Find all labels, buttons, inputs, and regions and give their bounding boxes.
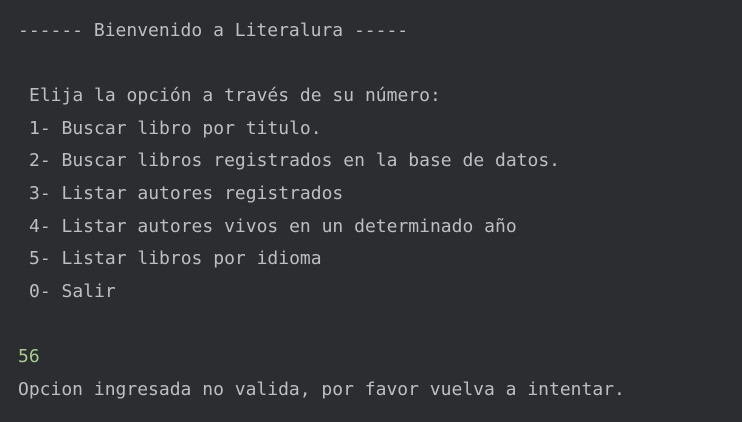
menu-option-1: 1- Buscar libro por titulo. (29, 117, 322, 139)
error-message: Opcion ingresada no valida, por favor vu… (18, 378, 625, 400)
menu-option-0: 0- Salir (29, 280, 116, 302)
welcome-header: ------ Bienvenido a Literalura ----- (18, 20, 409, 41)
menu-option-3: 3- Listar autores registrados (29, 182, 344, 204)
menu-option-5: 5- Listar libros por idioma (29, 248, 322, 270)
menu-prompt: Elija la opción a través de su número: (29, 85, 441, 107)
menu-option-2: 2- Buscar libros registrados en la base … (29, 150, 561, 172)
console-output: ------ Bienvenido a Literalura ----- Eli… (0, 0, 742, 422)
menu-option-4: 4- Listar autores vivos en un determinad… (29, 215, 517, 237)
user-input-echo: 56 (18, 345, 40, 367)
